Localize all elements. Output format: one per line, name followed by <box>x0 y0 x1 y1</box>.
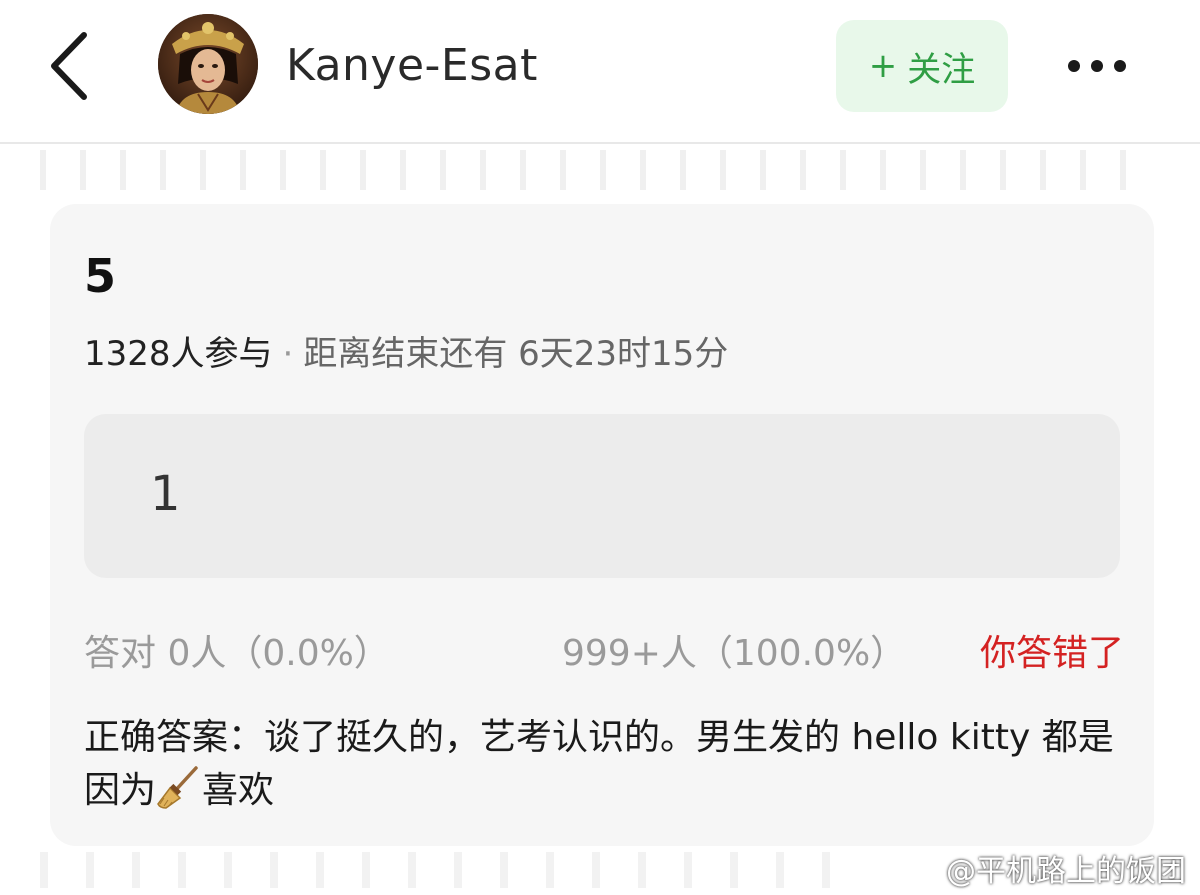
back-button[interactable] <box>30 26 110 106</box>
chevron-left-icon <box>51 32 87 100</box>
my-answer-text: 1 <box>150 466 181 522</box>
plus-icon: + <box>868 46 898 86</box>
watermark: @平机路上的饭团 <box>900 846 1186 890</box>
countdown: 距离结束还有 6天23时15分 <box>303 334 729 374</box>
participant-count: 1328人参与 <box>84 334 273 374</box>
weibo-icon <box>900 851 940 884</box>
meta-separator: · <box>282 334 294 374</box>
background-text-bleed <box>40 150 1160 190</box>
background-text-bleed-bottom <box>40 852 840 888</box>
broom-icon <box>157 766 198 809</box>
avatar[interactable] <box>158 14 258 114</box>
more-dot-icon <box>1068 60 1080 72</box>
quiz-card: 5 1328人参与 · 距离结束还有 6天23时15分 1 答对 0人（0.0%） … <box>50 204 1154 846</box>
result-status: 你答错了 <box>979 633 1124 674</box>
quiz-stats: 答对 0人（0.0%） 999+人（100.0%） 你答错了 <box>84 628 1124 680</box>
top-bar: Kanye-Esat + 关注 <box>0 0 1200 144</box>
my-answer-box[interactable]: 1 <box>84 414 1120 578</box>
more-button[interactable] <box>1052 36 1142 96</box>
correct-answer-text: 正确答案：谈了挺久的，艺考认识的。男生发的 hello kitty 都是因为 喜… <box>84 712 1114 817</box>
more-dot-icon <box>1091 60 1103 72</box>
quiz-title: 5 <box>84 249 117 303</box>
more-dot-icon <box>1114 60 1126 72</box>
watermark-text: @平机路上的饭团 <box>946 854 1186 889</box>
follow-label: 关注 <box>907 49 976 90</box>
username[interactable]: Kanye-Esat <box>286 36 538 96</box>
follow-button[interactable]: + 关注 <box>836 20 1008 112</box>
quiz-meta: 1328人参与 · 距离结束还有 6天23时15分 <box>84 332 728 376</box>
total-count: 999+人（100.0%） <box>562 633 907 674</box>
correct-answer-part2: 喜欢 <box>202 770 275 811</box>
avatar-image <box>158 14 258 114</box>
correct-count: 答对 0人（0.0%） <box>84 633 390 674</box>
